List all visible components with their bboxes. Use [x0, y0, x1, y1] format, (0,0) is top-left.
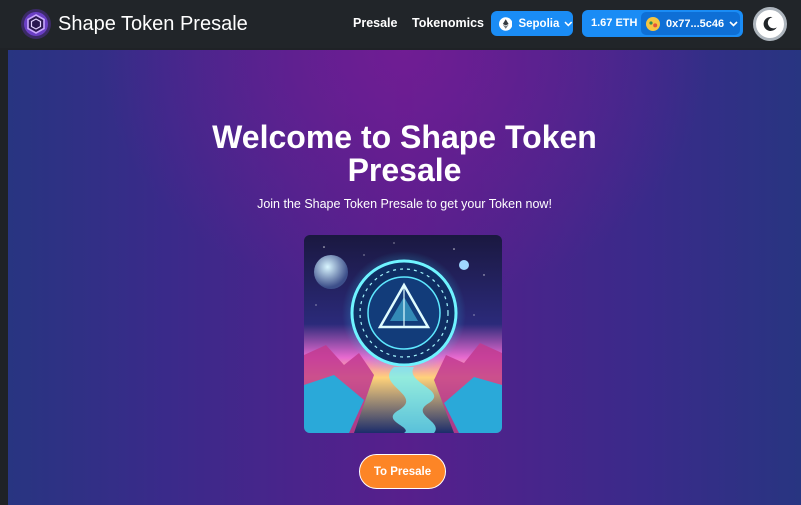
token-artwork-image — [304, 235, 502, 433]
nav-link-presale[interactable]: Presale — [353, 15, 397, 31]
hero-subtitle: Join the Shape Token Presale to get your… — [257, 197, 552, 211]
network-selector-button[interactable]: Sepolia — [491, 11, 573, 36]
hero-section: Welcome to Shape Token Presale Join the … — [8, 50, 801, 505]
to-presale-button[interactable]: To Presale — [359, 454, 446, 489]
hero-title: Welcome to Shape Token Presale — [8, 121, 801, 187]
wallet-address-pill[interactable]: 0x77...5c46 — [641, 12, 740, 35]
wallet-address: 0x77...5c46 — [666, 17, 725, 30]
wallet-balance: 1.67 ETH — [591, 17, 638, 29]
chevron-down-icon — [564, 21, 573, 27]
hero-title-line1: Welcome to Shape Token — [212, 119, 597, 155]
hexagon-logo-icon — [21, 9, 51, 39]
network-label: Sepolia — [518, 17, 560, 30]
account-button[interactable]: 1.67 ETH 0x77...5c46 — [582, 10, 743, 37]
wallet-avatar-icon — [646, 16, 660, 31]
theme-toggle-button[interactable] — [753, 7, 787, 41]
top-navbar: Shape Token Presale Presale Tokenomics S… — [0, 0, 801, 48]
moon-icon — [763, 16, 777, 31]
brand[interactable]: Shape Token Presale — [21, 9, 248, 39]
chevron-down-icon — [729, 20, 738, 27]
hero-title-line2: Presale — [347, 152, 462, 188]
ethereum-icon — [499, 16, 513, 31]
app-title: Shape Token Presale — [58, 13, 248, 35]
nav-link-tokenomics[interactable]: Tokenomics — [412, 15, 484, 31]
